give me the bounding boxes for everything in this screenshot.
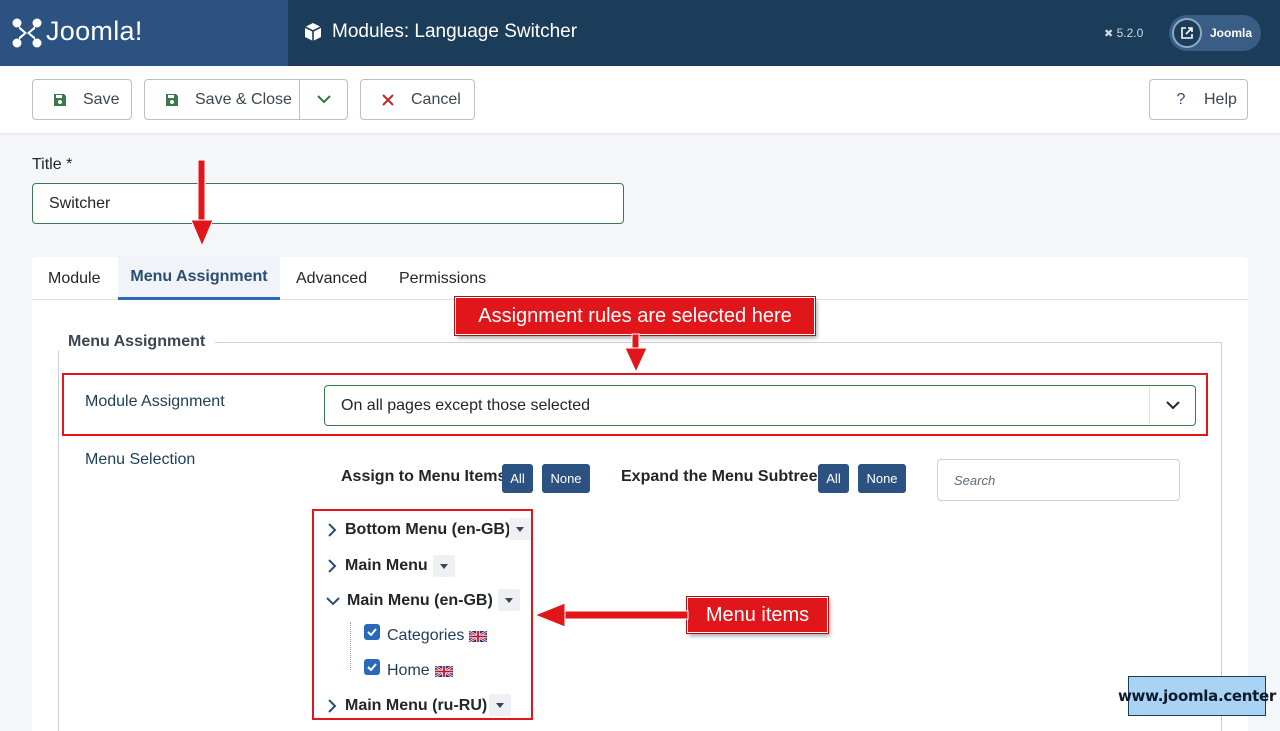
tab-module[interactable]: Module — [48, 257, 100, 300]
title-label: Title * — [32, 156, 73, 173]
annotation-arrow-left-icon — [533, 602, 689, 628]
assign-all-button[interactable]: All — [502, 464, 533, 493]
question-icon: ? — [1176, 90, 1186, 108]
save-label: Save — [83, 90, 120, 108]
chevron-down-icon — [317, 95, 331, 104]
menu-selection-label: Menu Selection — [85, 451, 196, 468]
assign-none-button[interactable]: None — [542, 464, 590, 493]
annotation-callout-rules: Assignment rules are selected here — [455, 297, 815, 335]
tab-menu-assignment[interactable]: Menu Assignment — [118, 257, 280, 300]
logo-text: Joomla! — [46, 16, 143, 46]
assign-menu-items-label: Assign to Menu Items — [341, 468, 507, 485]
toolbar: Save Save & Close Cancel ? Help — [0, 66, 1280, 133]
joomla-logo-icon — [12, 18, 42, 48]
cancel-label: Cancel — [411, 90, 461, 108]
save-icon — [163, 93, 181, 107]
fieldset-legend: Menu Assignment — [58, 333, 216, 351]
annotation-arrow-down-icon — [190, 159, 214, 248]
page-title-wrap: Modules: Language Switcher — [303, 21, 577, 43]
menu-search-input[interactable] — [937, 459, 1180, 501]
watermark: www.joomla.center — [1118, 676, 1276, 716]
annotation-arrow-down-icon — [624, 333, 648, 374]
cancel-button[interactable]: Cancel — [360, 79, 475, 120]
expand-none-button[interactable]: None — [858, 464, 906, 493]
save-close-label: Save & Close — [195, 90, 292, 108]
logo[interactable]: Joomla! — [0, 0, 288, 66]
save-button[interactable]: Save — [32, 79, 132, 120]
joomla-small-icon: ✖ — [1104, 28, 1114, 40]
page-title: Modules: Language Switcher — [332, 21, 578, 42]
save-options-dropdown[interactable] — [300, 80, 348, 119]
title-input[interactable] — [32, 183, 624, 224]
tab-list: Module Menu Assignment Advanced Permissi… — [32, 257, 1248, 300]
version-badge: ✖ 5.2.0 — [1104, 26, 1143, 40]
close-icon — [379, 93, 397, 106]
tab-advanced[interactable]: Advanced — [296, 257, 367, 300]
version-text: 5.2.0 — [1116, 26, 1144, 40]
external-link-icon — [1172, 18, 1202, 48]
annotation-callout-menu-items: Menu items — [687, 597, 828, 633]
save-icon — [51, 93, 69, 107]
header: Joomla! Modules: Language Switcher ✖ 5.2… — [0, 0, 1280, 66]
tab-permissions[interactable]: Permissions — [399, 257, 486, 300]
save-close-button[interactable]: Save & Close — [144, 79, 348, 120]
site-link-label: Joomla — [1210, 26, 1253, 40]
site-link-button[interactable]: Joomla — [1169, 15, 1261, 51]
cube-icon — [304, 23, 322, 41]
help-button[interactable]: ? Help — [1149, 79, 1248, 120]
expand-subtrees-label: Expand the Menu Subtrees — [621, 468, 827, 485]
expand-all-button[interactable]: All — [818, 464, 849, 493]
help-label: Help — [1204, 90, 1237, 108]
annotation-highlight-menu-items — [312, 509, 533, 720]
annotation-highlight-assignment — [62, 373, 1208, 436]
